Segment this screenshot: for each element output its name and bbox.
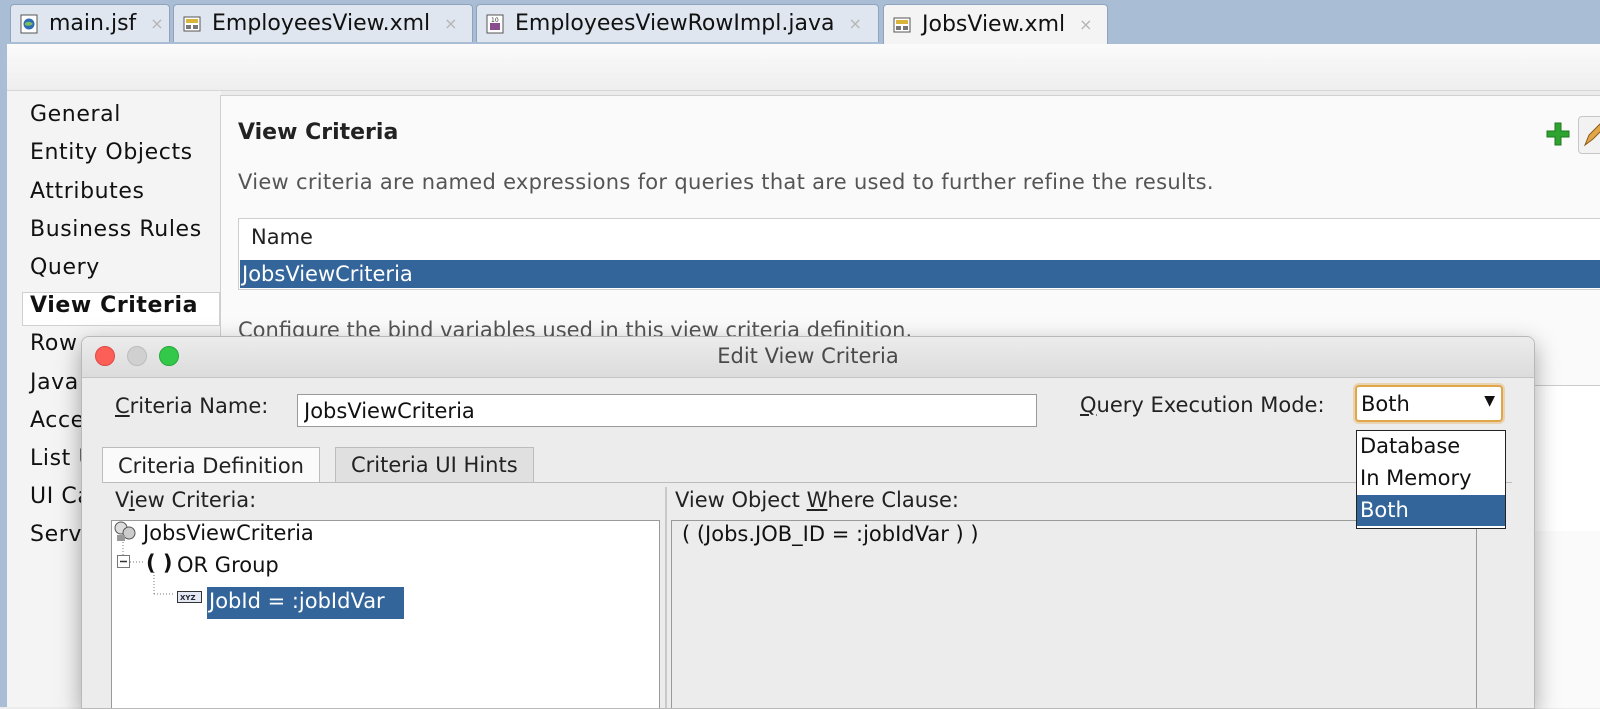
section-description: View criteria are named expressions for … (238, 170, 1214, 194)
tab-label: JobsView.xml (922, 12, 1066, 37)
nav-item-query[interactable]: Query (30, 255, 100, 280)
close-icon[interactable]: × (848, 14, 861, 33)
where-clause-box (671, 520, 1477, 708)
svg-text:XYZ: XYZ (180, 594, 196, 602)
view-object-icon (183, 16, 201, 31)
column-header-name[interactable]: Name (251, 225, 313, 249)
dialog-titlebar[interactable]: Edit View Criteria (82, 337, 1534, 378)
editor-toolbar (7, 44, 1600, 91)
globe-page-icon (20, 14, 38, 33)
section-title: View Criteria (238, 120, 399, 145)
label-text: uery Execution Mode: (1096, 393, 1325, 417)
pencil-icon (1583, 123, 1600, 147)
edit-view-criteria-dialog: Edit View Criteria Criteria Name: Query … (81, 336, 1535, 709)
where-clause-label: View Object Where Clause: (675, 488, 959, 512)
panel-splitter[interactable] (665, 487, 667, 708)
nav-item-business-rules[interactable]: Business Rules (30, 217, 202, 242)
close-icon[interactable]: × (150, 14, 163, 33)
label-text: V (115, 488, 129, 512)
criteria-item-icon: XYZ (177, 591, 202, 603)
tab-criteria-definition[interactable]: Criteria Definition (102, 447, 320, 483)
nav-item-access[interactable]: Acce (30, 408, 85, 433)
nav-item-general[interactable]: General (30, 102, 121, 127)
mnemonic: C (115, 394, 130, 418)
edit-button[interactable] (1578, 116, 1600, 154)
nav-item-attributes[interactable]: Attributes (30, 179, 145, 204)
table-row-selected[interactable] (240, 260, 1600, 288)
editor-tab-employeesviewrowimpl-java[interactable]: 10 EmployeesViewRowImpl.java × (476, 4, 879, 42)
tab-label: EmployeesView.xml (212, 11, 431, 36)
option-database[interactable]: Database (1357, 431, 1505, 462)
editor-tab-main-jsf[interactable]: main.jsf × (10, 4, 170, 42)
label-text: View Object (675, 488, 807, 512)
tab-label: EmployeesViewRowImpl.java (515, 11, 835, 36)
label-text: riteria Name: (129, 394, 269, 418)
label-text: here Clause: (827, 488, 959, 512)
view-object-icon (893, 17, 911, 32)
nav-item-view-criteria[interactable]: View Criteria (30, 293, 198, 318)
editor-tab-jobsview-xml[interactable]: JobsView.xml × (883, 4, 1108, 44)
option-in-memory[interactable]: In Memory (1357, 463, 1505, 494)
nav-item-row[interactable]: Row (30, 331, 78, 356)
mnemonic: W (806, 488, 828, 512)
svg-text:10: 10 (491, 17, 499, 24)
mnemonic: Q (1080, 393, 1097, 417)
query-execution-mode-label: Query Execution Mode: (1080, 393, 1325, 417)
collapse-icon[interactable] (117, 555, 131, 569)
nav-item-java[interactable]: Java (30, 370, 79, 395)
group-paren-icon: ( ) (146, 551, 173, 575)
close-icon[interactable]: × (444, 14, 457, 33)
close-icon[interactable]: × (1079, 15, 1092, 34)
query-execution-mode-options: Database In Memory Both (1356, 430, 1506, 529)
option-both[interactable]: Both (1357, 495, 1505, 526)
nav-item-entity-objects[interactable]: Entity Objects (30, 140, 193, 165)
add-icon[interactable] (1544, 120, 1572, 148)
nav-item-service[interactable]: Servi (30, 522, 89, 547)
tree-node-or-group[interactable]: OR Group (177, 553, 279, 577)
java-class-icon: 10 (486, 14, 504, 33)
tab-criteria-ui-hints[interactable]: Criteria UI Hints (335, 447, 534, 482)
editor-tab-employeesview-xml[interactable]: EmployeesView.xml × (173, 4, 473, 42)
bind-variables-table (1532, 385, 1600, 531)
tab-label: main.jsf (49, 11, 137, 36)
editor-tab-strip: main.jsf × EmployeesView.xml × 10 Employ… (0, 0, 1600, 44)
table-row-label: JobsViewCriteria (242, 262, 413, 286)
select-value: Both (1361, 392, 1410, 416)
query-execution-mode-select[interactable]: Both ▼ (1355, 385, 1503, 422)
tree-node-criteria-item[interactable]: JobId = :jobIdVar (209, 589, 385, 613)
criteria-name-input[interactable] (297, 394, 1037, 427)
criteria-name-label: Criteria Name: (115, 394, 268, 418)
view-criteria-label: View Criteria: (115, 488, 256, 512)
label-text: ew Criteria: (134, 488, 257, 512)
where-clause-text: ( (Jobs.JOB_ID = :jobIdVar ) ) (682, 522, 979, 546)
dialog-title: Edit View Criteria (717, 344, 899, 368)
triangle-down-icon: ▼ (1484, 393, 1495, 409)
window-edge (0, 44, 7, 707)
